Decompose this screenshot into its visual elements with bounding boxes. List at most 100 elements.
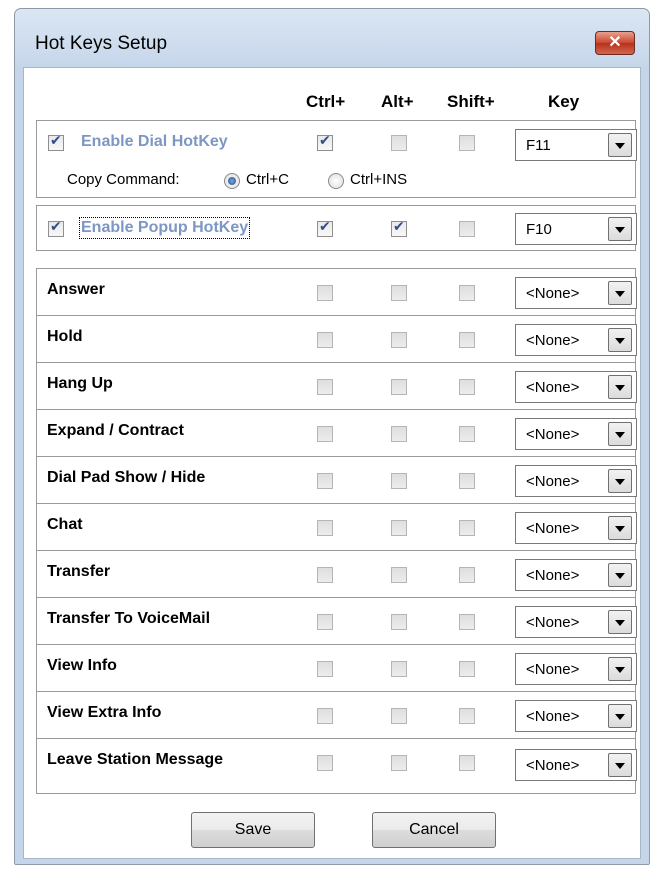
alt-checkbox[interactable] bbox=[391, 708, 407, 724]
action-label: Transfer To VoiceMail bbox=[47, 610, 211, 627]
chevron-down-icon[interactable] bbox=[608, 563, 632, 587]
dial-ctrl-checkbox[interactable] bbox=[317, 133, 333, 151]
shift-checkbox[interactable] bbox=[459, 708, 475, 724]
chevron-down-icon[interactable] bbox=[608, 704, 632, 728]
key-select[interactable]: <None> bbox=[515, 559, 637, 591]
chevron-down-icon[interactable] bbox=[608, 281, 632, 305]
dial-alt-checkbox[interactable] bbox=[391, 135, 407, 151]
key-select[interactable]: <None> bbox=[515, 465, 637, 497]
alt-checkbox[interactable] bbox=[391, 520, 407, 536]
copy-command-label: Copy Command: bbox=[67, 171, 180, 188]
alt-checkbox[interactable] bbox=[391, 473, 407, 489]
key-value: <None> bbox=[526, 708, 580, 725]
action-row-view-info: View Info <None> bbox=[36, 644, 637, 692]
popup-alt-checkbox[interactable] bbox=[391, 219, 407, 237]
action-label: View Info bbox=[47, 657, 117, 674]
shift-checkbox[interactable] bbox=[459, 520, 475, 536]
shift-checkbox[interactable] bbox=[459, 285, 475, 301]
ctrl-checkbox[interactable] bbox=[317, 473, 333, 489]
action-row-answer: Answer <None> bbox=[36, 268, 637, 316]
shift-checkbox[interactable] bbox=[459, 332, 475, 348]
key-value: <None> bbox=[526, 332, 580, 349]
copy-ctrl-ins-radio[interactable] bbox=[328, 173, 344, 189]
action-label: Transfer bbox=[47, 563, 111, 580]
alt-checkbox[interactable] bbox=[391, 755, 407, 771]
action-label: Answer bbox=[47, 281, 105, 298]
popup-shift-checkbox[interactable] bbox=[459, 221, 475, 237]
action-label: Leave Station Message bbox=[47, 751, 224, 768]
column-header-shift: Shift+ bbox=[447, 92, 495, 111]
shift-checkbox[interactable] bbox=[459, 755, 475, 771]
ctrl-checkbox[interactable] bbox=[317, 708, 333, 724]
action-row-hold: Hold <None> bbox=[36, 315, 637, 363]
key-select[interactable]: <None> bbox=[515, 749, 637, 781]
chevron-down-icon[interactable] bbox=[608, 133, 632, 157]
dial-shift-checkbox[interactable] bbox=[459, 135, 475, 151]
action-label: Chat bbox=[47, 516, 83, 533]
action-row-chat: Chat <None> bbox=[36, 503, 637, 551]
key-select[interactable]: <None> bbox=[515, 371, 637, 403]
shift-checkbox[interactable] bbox=[459, 426, 475, 442]
enable-dial-hotkey-checkbox[interactable] bbox=[48, 133, 64, 151]
cancel-button[interactable]: Cancel bbox=[372, 812, 496, 848]
ctrl-checkbox[interactable] bbox=[317, 426, 333, 442]
action-label: Hang Up bbox=[47, 375, 113, 392]
shift-checkbox[interactable] bbox=[459, 379, 475, 395]
ctrl-checkbox[interactable] bbox=[317, 379, 333, 395]
action-label: Dial Pad Show / Hide bbox=[47, 469, 206, 486]
save-button[interactable]: Save bbox=[191, 812, 315, 848]
ctrl-checkbox[interactable] bbox=[317, 661, 333, 677]
chevron-down-icon[interactable] bbox=[608, 610, 632, 634]
chevron-down-icon[interactable] bbox=[608, 516, 632, 540]
alt-checkbox[interactable] bbox=[391, 567, 407, 583]
shift-checkbox[interactable] bbox=[459, 614, 475, 630]
popup-hotkey-group: Enable Popup HotKey F10 bbox=[36, 205, 637, 251]
copy-ctrl-c-radio[interactable] bbox=[224, 173, 240, 189]
key-value: <None> bbox=[526, 661, 580, 678]
dial-key-select[interactable]: F11 bbox=[515, 129, 637, 161]
column-header-ctrl: Ctrl+ bbox=[306, 92, 346, 111]
action-row-view-extra-info: View Extra Info <None> bbox=[36, 691, 637, 739]
action-row-transfer-voicemail: Transfer To VoiceMail <None> bbox=[36, 597, 637, 645]
enable-popup-hotkey-checkbox[interactable] bbox=[48, 219, 64, 237]
alt-checkbox[interactable] bbox=[391, 285, 407, 301]
chevron-down-icon[interactable] bbox=[608, 469, 632, 493]
ctrl-checkbox[interactable] bbox=[317, 520, 333, 536]
key-select[interactable]: <None> bbox=[515, 324, 637, 356]
key-select[interactable]: <None> bbox=[515, 277, 637, 309]
chevron-down-icon[interactable] bbox=[608, 753, 632, 777]
key-select[interactable]: <None> bbox=[515, 418, 637, 450]
shift-checkbox[interactable] bbox=[459, 661, 475, 677]
ctrl-checkbox[interactable] bbox=[317, 567, 333, 583]
alt-checkbox[interactable] bbox=[391, 332, 407, 348]
alt-checkbox[interactable] bbox=[391, 661, 407, 677]
dial-key-value: F11 bbox=[526, 137, 551, 154]
alt-checkbox[interactable] bbox=[391, 614, 407, 630]
action-label: View Extra Info bbox=[47, 704, 162, 721]
chevron-down-icon[interactable] bbox=[608, 328, 632, 352]
key-select[interactable]: <None> bbox=[515, 700, 637, 732]
ctrl-checkbox[interactable] bbox=[317, 285, 333, 301]
action-row-leave-station-message: Leave Station Message <None> bbox=[36, 738, 637, 794]
close-button[interactable]: ✕ bbox=[595, 31, 635, 55]
alt-checkbox[interactable] bbox=[391, 379, 407, 395]
chevron-down-icon[interactable] bbox=[608, 657, 632, 681]
key-value: <None> bbox=[526, 473, 580, 490]
shift-checkbox[interactable] bbox=[459, 567, 475, 583]
shift-checkbox[interactable] bbox=[459, 473, 475, 489]
key-select[interactable]: <None> bbox=[515, 653, 637, 685]
chevron-down-icon[interactable] bbox=[608, 422, 632, 446]
ctrl-checkbox[interactable] bbox=[317, 755, 333, 771]
key-value: <None> bbox=[526, 757, 580, 774]
ctrl-checkbox[interactable] bbox=[317, 614, 333, 630]
key-select[interactable]: <None> bbox=[515, 512, 637, 544]
key-value: <None> bbox=[526, 379, 580, 396]
key-select[interactable]: <None> bbox=[515, 606, 637, 638]
popup-key-select[interactable]: F10 bbox=[515, 213, 637, 245]
chevron-down-icon[interactable] bbox=[608, 375, 632, 399]
title-bar[interactable]: Hot Keys Setup ✕ bbox=[15, 9, 649, 67]
alt-checkbox[interactable] bbox=[391, 426, 407, 442]
popup-ctrl-checkbox[interactable] bbox=[317, 219, 333, 237]
ctrl-checkbox[interactable] bbox=[317, 332, 333, 348]
chevron-down-icon[interactable] bbox=[608, 217, 632, 241]
